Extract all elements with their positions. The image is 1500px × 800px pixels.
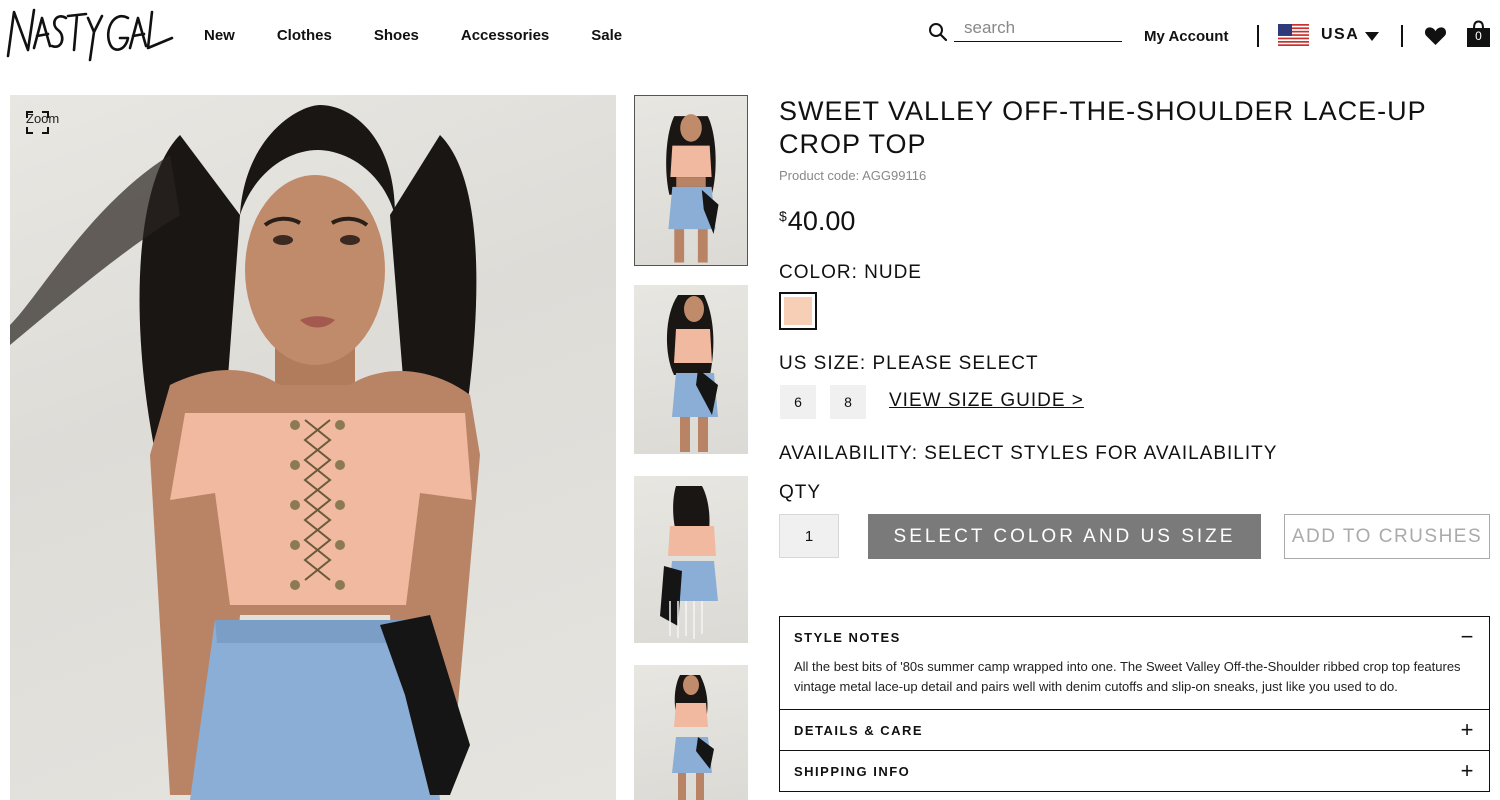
heart-icon[interactable] (1424, 26, 1447, 46)
main-product-image[interactable]: Zoom (10, 95, 616, 800)
nav-item-accessories[interactable]: Accessories (461, 27, 549, 44)
thumbnail-4[interactable] (634, 665, 748, 800)
thumbnail-3[interactable] (634, 476, 748, 643)
thumbnail-front-image (666, 114, 719, 263)
site-header: New Clothes Shoes Accessories Sale My Ac… (0, 0, 1500, 75)
accordion-title: STYLE NOTES (794, 629, 901, 645)
thumbnail-2[interactable] (634, 285, 748, 454)
search-box (928, 14, 1124, 44)
accordion-shipping-info: SHIPPING INFO + (780, 751, 1489, 792)
thumbnail-side-image (666, 295, 718, 452)
accordion-title: SHIPPING INFO (794, 763, 911, 779)
size-guide-link[interactable]: VIEW SIZE GUIDE > (889, 390, 1084, 412)
nav-item-sale[interactable]: Sale (591, 27, 622, 44)
color-label: COLOR: NUDE (779, 262, 922, 283)
search-icon[interactable] (928, 22, 948, 42)
thumbnail-1[interactable] (634, 95, 748, 266)
accordion-details-care: DETAILS & CARE + (780, 710, 1489, 751)
product-code: Product code: AGG99116 (779, 168, 927, 183)
model-photo-illustration (10, 105, 480, 800)
add-to-bag-button[interactable]: SELECT COLOR AND US SIZE (868, 514, 1261, 559)
collapse-icon: − (1460, 624, 1474, 649)
swatch-fill (784, 297, 812, 325)
thumbnail-back-image (660, 486, 718, 639)
accordion-style-notes: STYLE NOTES − All the best bits of '80s … (780, 617, 1489, 710)
product-title: SWEET VALLEY OFF-THE-SHOULDER LACE-UP CR… (779, 96, 1427, 159)
expand-icon (26, 111, 49, 134)
color-swatch-nude[interactable] (779, 292, 817, 330)
size-option-6[interactable]: 6 (780, 385, 816, 419)
zoom-control[interactable]: Zoom (26, 111, 59, 134)
country-selector[interactable]: USA (1278, 24, 1380, 46)
product-info-accordion: STYLE NOTES − All the best bits of '80s … (779, 616, 1490, 792)
size-label: US SIZE: PLEASE SELECT (779, 353, 1039, 374)
thumbnail-full-image (672, 675, 714, 800)
expand-plus-icon: + (1460, 758, 1474, 783)
nav-item-new[interactable]: New (204, 27, 235, 44)
chevron-down-icon (1365, 31, 1380, 41)
main-nav: New Clothes Shoes Accessories Sale (204, 27, 664, 44)
bag-count: 0 (1475, 29, 1482, 43)
nasty-gal-logo[interactable] (4, 4, 174, 64)
accordion-header-shipping-info[interactable]: SHIPPING INFO + (780, 751, 1489, 791)
style-notes-text: All the best bits of '80s summer camp wr… (794, 659, 1461, 694)
price-currency: $ (779, 208, 787, 224)
expand-plus-icon: + (1460, 717, 1474, 742)
header-divider (1257, 25, 1259, 47)
us-flag-icon (1278, 24, 1309, 46)
quantity-input[interactable] (779, 514, 839, 558)
logo-wordmark-icon (6, 8, 174, 62)
size-option-8[interactable]: 8 (830, 385, 866, 419)
accordion-header-style-notes[interactable]: STYLE NOTES − (780, 617, 1489, 657)
availability-label: AVAILABILITY: SELECT STYLES FOR AVAILABI… (779, 443, 1278, 464)
add-to-crushes-button[interactable]: ADD TO CRUSHES (1284, 514, 1490, 559)
qty-label: QTY (779, 482, 822, 503)
search-input[interactable] (954, 16, 1122, 42)
accordion-title: DETAILS & CARE (794, 722, 924, 738)
price-amount: 40.00 (787, 206, 856, 236)
country-code: USA (1321, 26, 1360, 43)
accordion-header-details-care[interactable]: DETAILS & CARE + (780, 710, 1489, 750)
my-account-link[interactable]: My Account (1144, 28, 1228, 45)
product-price: $40.00 (779, 206, 855, 237)
nav-item-shoes[interactable]: Shoes (374, 27, 419, 44)
header-divider (1401, 25, 1403, 47)
nav-item-clothes[interactable]: Clothes (277, 27, 332, 44)
